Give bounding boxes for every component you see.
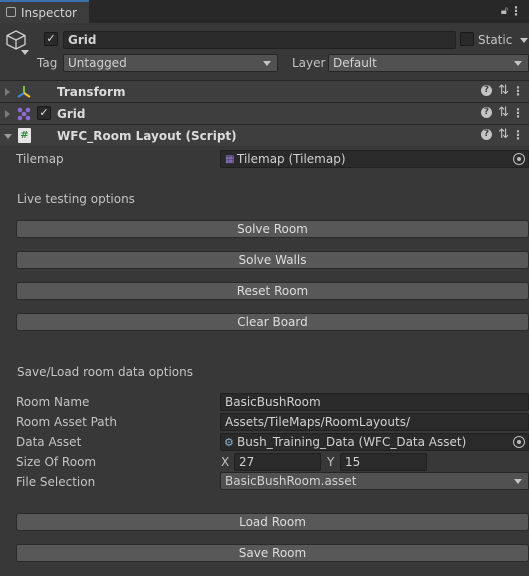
static-label: Static xyxy=(478,33,513,47)
chevron-down-icon xyxy=(514,479,522,484)
component-menu-icon[interactable]: ⋮ xyxy=(512,107,524,119)
object-picker-icon[interactable] xyxy=(513,436,525,448)
load-room-button[interactable]: Load Room xyxy=(16,513,529,531)
size-y-input[interactable]: 15 xyxy=(340,453,427,471)
tab-inspector[interactable]: Inspector xyxy=(0,0,89,23)
active-checkbox[interactable]: ✓ xyxy=(44,32,58,46)
solve-walls-button[interactable]: Solve Walls xyxy=(16,251,529,269)
reset-room-button[interactable]: Reset Room xyxy=(16,282,529,300)
help-icon[interactable]: ? xyxy=(481,129,492,140)
gameobject-icon xyxy=(6,30,26,50)
room-asset-path-input[interactable]: Assets/TileMaps/RoomLayouts/ xyxy=(220,413,529,431)
icon-dropdown-caret[interactable] xyxy=(21,50,29,55)
layer-label: Layer xyxy=(292,56,326,70)
grid-icon xyxy=(17,107,31,121)
data-asset-label: Data Asset xyxy=(16,435,82,449)
name-field[interactable]: Grid xyxy=(63,31,456,49)
tilemap-value: Tilemap (Tilemap) xyxy=(237,152,346,166)
size-y-label: Y xyxy=(327,455,335,469)
tag-dropdown[interactable]: Untagged xyxy=(63,54,278,72)
tag-value: Untagged xyxy=(68,56,127,70)
component-grid-name: Grid xyxy=(57,107,86,121)
fold-arrow-icon[interactable] xyxy=(4,134,12,139)
save-load-heading: Save/Load room data options xyxy=(17,365,193,379)
data-asset-value: Bush_Training_Data (WFC_Data Asset) xyxy=(237,435,467,449)
static-checkbox[interactable] xyxy=(460,32,474,46)
grid-enabled-checkbox[interactable]: ✓ xyxy=(37,106,51,120)
component-transform-header[interactable]: Transform ? ⇅ ⋮ xyxy=(0,80,529,102)
help-icon[interactable]: ? xyxy=(481,85,492,96)
transform-icon xyxy=(17,86,31,98)
component-grid-header[interactable]: ✓ Grid ? ⇅ ⋮ xyxy=(0,102,529,124)
room-name-input[interactable]: BasicBushRoom xyxy=(220,393,529,411)
chevron-down-icon xyxy=(263,61,271,66)
tab-inspector-label: Inspector xyxy=(21,6,77,20)
lock-icon[interactable]: 🔓︎ xyxy=(501,4,508,18)
object-picker-icon[interactable] xyxy=(513,153,525,165)
preset-icon[interactable]: ⇅ xyxy=(498,83,509,98)
data-asset-object-field[interactable]: ⚙ Bush_Training_Data (WFC_Data Asset) xyxy=(220,433,529,451)
fold-arrow-icon[interactable] xyxy=(5,110,10,118)
solve-room-button[interactable]: Solve Room xyxy=(16,220,529,238)
size-x-label: X xyxy=(221,455,230,469)
tab-menu-icon[interactable]: ⋮ xyxy=(510,5,522,17)
size-of-room-label: Size Of Room xyxy=(16,455,97,469)
layer-value: Default xyxy=(333,56,377,70)
clear-board-button[interactable]: Clear Board xyxy=(16,313,529,331)
tab-strip: Inspector 🔓︎ ⋮ xyxy=(0,0,529,23)
preset-icon[interactable]: ⇅ xyxy=(498,105,509,120)
preset-icon[interactable]: ⇅ xyxy=(498,127,509,142)
component-script-name: WFC_Room Layout (Script) xyxy=(57,129,237,143)
save-room-button[interactable]: Save Room xyxy=(16,544,529,562)
file-selection-label: File Selection xyxy=(16,475,96,489)
room-name-label: Room Name xyxy=(16,395,90,409)
size-x-input[interactable]: 27 xyxy=(234,453,321,471)
component-script-header[interactable]: # WFC_Room Layout (Script) ? ⇅ ⋮ xyxy=(0,124,529,146)
layer-dropdown[interactable]: Default xyxy=(328,54,529,72)
inspector-icon xyxy=(6,7,16,17)
fold-arrow-icon[interactable] xyxy=(5,88,10,96)
scriptable-object-icon: ⚙ xyxy=(224,436,234,449)
component-transform-name: Transform xyxy=(57,85,126,99)
tilemap-object-field[interactable]: ▦ Tilemap (Tilemap) xyxy=(220,150,529,168)
help-icon[interactable]: ? xyxy=(481,107,492,118)
component-menu-icon[interactable]: ⋮ xyxy=(512,129,524,141)
tilemap-icon: ▦ xyxy=(225,154,235,165)
component-menu-icon[interactable]: ⋮ xyxy=(512,85,524,97)
chevron-down-icon xyxy=(514,61,522,66)
static-dropdown-arrow[interactable] xyxy=(520,38,528,43)
file-selection-dropdown[interactable]: BasicBushRoom.asset xyxy=(220,472,529,490)
room-asset-path-label: Room Asset Path xyxy=(16,415,117,429)
live-testing-heading: Live testing options xyxy=(17,192,135,206)
script-icon: # xyxy=(18,128,31,143)
file-selection-value: BasicBushRoom.asset xyxy=(225,474,357,488)
tilemap-label: Tilemap xyxy=(16,152,64,166)
tag-label: Tag xyxy=(37,56,58,70)
